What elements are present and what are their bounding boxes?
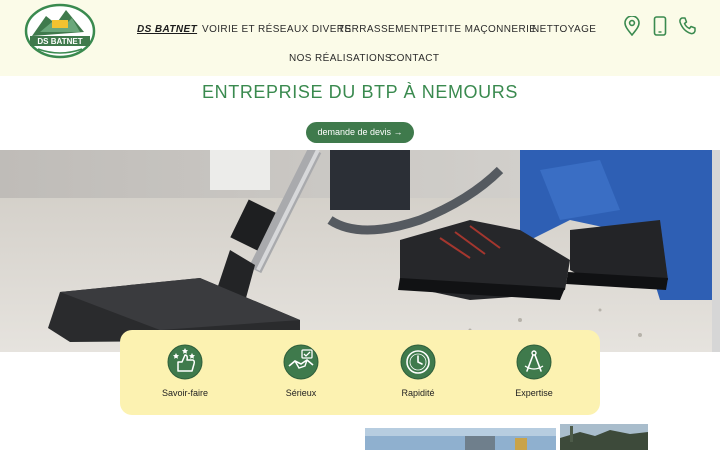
location-pin-icon[interactable]: [623, 16, 641, 36]
nav-petite-maconnerie[interactable]: PETITE MAÇONNERIE: [424, 24, 536, 35]
mobile-phone-icon[interactable]: [651, 16, 669, 36]
nav-nos-realisations[interactable]: NOS RÉALISATIONS: [289, 53, 392, 64]
nav-ds-batnet[interactable]: DS BATNET: [137, 24, 197, 35]
logo[interactable]: DS BATNET: [22, 2, 98, 60]
feature-expertise: Expertise: [486, 344, 582, 398]
quote-request-button[interactable]: demande de devis →: [306, 122, 414, 143]
hero-edge-strip: [712, 150, 720, 352]
feature-savoir-faire: Savoir-faire: [137, 344, 233, 398]
feature-serieux: Sérieux: [253, 344, 349, 398]
page-title: ENTREPRISE DU BTP À NEMOURS: [202, 82, 518, 102]
site-header: DS BATNET DS BATNET VOIRIE ET RÉSEAUX DI…: [0, 0, 720, 76]
project-photo[interactable]: [365, 428, 556, 450]
feature-label: Expertise: [515, 388, 553, 398]
nav-contact[interactable]: CONTACT: [389, 53, 439, 64]
features-panel: Savoir-faire Sérieux Rapidité Expertise: [120, 330, 600, 415]
phone-icon[interactable]: [678, 16, 696, 36]
clock-icon: [400, 344, 436, 380]
hero-image: [0, 150, 712, 352]
handshake-check-icon: [283, 344, 319, 380]
feature-rapidite: Rapidité: [370, 344, 466, 398]
feature-label: Rapidité: [401, 388, 435, 398]
compass-icon: [516, 344, 552, 380]
feature-label: Sérieux: [285, 388, 317, 398]
project-photo[interactable]: [560, 424, 648, 450]
nav-voirie-reseaux[interactable]: VOIRIE ET RÉSEAUX DIVERS: [202, 24, 351, 35]
feature-label: Savoir-faire: [161, 388, 208, 398]
logo-text: DS BATNET: [37, 37, 82, 46]
page: DS BATNET DS BATNET VOIRIE ET RÉSEAUX DI…: [0, 0, 720, 450]
nav-nettoyage[interactable]: NETTOYAGE: [532, 24, 596, 35]
thumbs-up-stars-icon: [167, 344, 203, 380]
nav-terrassement[interactable]: TERRASSEMENT: [338, 24, 425, 35]
